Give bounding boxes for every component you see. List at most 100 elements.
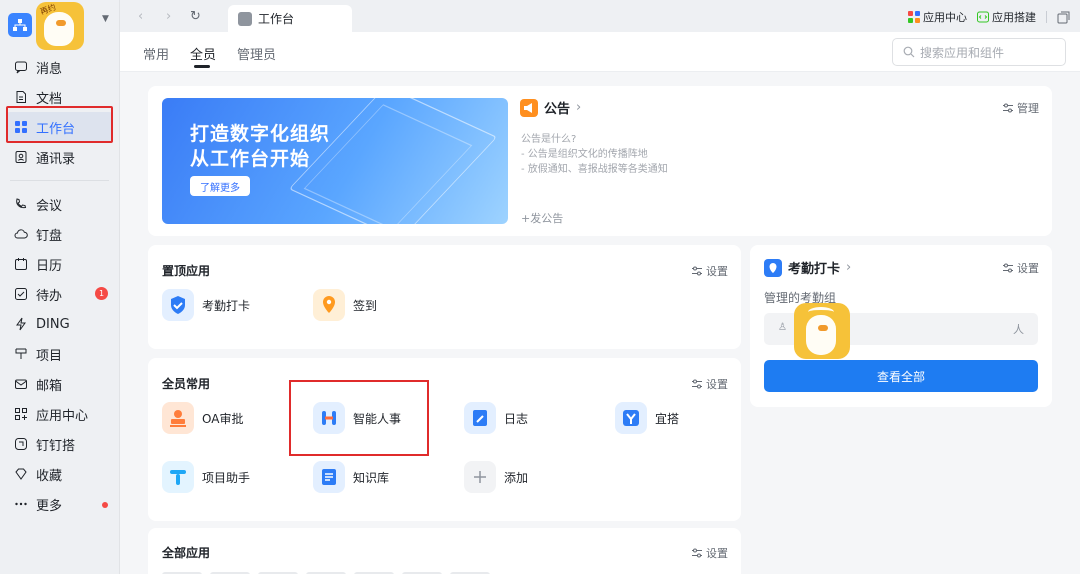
checkin-icon: [313, 289, 345, 321]
sidebar-header: 再约 ▼: [0, 0, 119, 52]
log-icon: [464, 402, 496, 434]
settings-sliders-icon: [692, 379, 702, 389]
announcement-manage-button[interactable]: 管理: [1002, 100, 1039, 116]
sidebar-item-label: 钉盘: [36, 228, 63, 244]
sidebar-item-favorites[interactable]: 收藏: [0, 459, 119, 489]
settings-label: 设置: [1017, 262, 1039, 275]
mail-icon: [14, 377, 28, 391]
project-assistant-icon: [162, 461, 194, 493]
smart-hr-icon: [313, 402, 345, 434]
app-label: 智能人事: [353, 411, 402, 426]
back-icon[interactable]: ‹: [138, 9, 143, 24]
app-attendance[interactable]: 考勤打卡: [162, 289, 250, 321]
sidebar-item-label: 收藏: [36, 468, 63, 484]
duck-sticker: [794, 303, 850, 359]
promo-banner[interactable]: 打造数字化组织 从工作台开始 了解更多: [162, 98, 508, 224]
sidebar-item-app-center[interactable]: 应用中心: [0, 399, 119, 429]
app-center-button[interactable]: 应用中心: [908, 9, 967, 25]
plus-icon: +: [521, 212, 531, 225]
avatar[interactable]: 再约: [36, 2, 84, 50]
app-yida[interactable]: 宜搭: [615, 402, 679, 434]
pinned-settings-button[interactable]: 设置: [691, 263, 728, 279]
sidebar-item-meeting[interactable]: 会议: [0, 189, 119, 219]
app-add[interactable]: 添加: [464, 461, 528, 493]
app-log[interactable]: 日志: [464, 402, 528, 434]
attendance-title: 考勤打卡: [788, 262, 841, 277]
org-switch-icon[interactable]: [8, 13, 32, 37]
app-label: OA审批: [202, 411, 244, 426]
workbench-main: 打造数字化组织 从工作台开始 了解更多 公告 › 管理 公告是什么? - 公告是…: [120, 72, 1080, 574]
post-announcement-button[interactable]: +发公告: [521, 210, 563, 226]
chevron-down-icon[interactable]: ▼: [102, 14, 109, 24]
tab-all-members[interactable]: 全员: [190, 44, 216, 63]
tab-workbench[interactable]: 工作台: [228, 5, 352, 32]
settings-label: 设置: [706, 547, 728, 560]
sidebar-divider: [10, 180, 109, 181]
all-apps-settings-button[interactable]: 设置: [691, 545, 728, 561]
sidebar: 再约 ▼ 消息 文档 工作台 通讯录 会议 钉盘 日历 待办 1 DING 项目…: [0, 0, 120, 574]
divider: [1046, 11, 1047, 23]
contacts-icon: [14, 150, 28, 164]
search-input[interactable]: 搜索应用和组件: [892, 38, 1066, 66]
favorite-icon: [14, 467, 28, 481]
common-settings-button[interactable]: 设置: [691, 376, 728, 392]
app-smart-hr[interactable]: 智能人事: [313, 402, 401, 434]
app-label: 签到: [353, 298, 378, 313]
sidebar-item-contacts[interactable]: 通讯录: [0, 142, 119, 172]
doc-icon: [14, 90, 28, 104]
sidebar-item-dingda[interactable]: 钉钉搭: [0, 429, 119, 459]
search-placeholder: 搜索应用和组件: [920, 45, 1005, 60]
settings-label: 设置: [706, 378, 728, 391]
settings-sliders-icon: [1003, 263, 1013, 273]
app-builder-button[interactable]: 应用搭建: [977, 9, 1036, 25]
attendance-icon: [162, 289, 194, 321]
more-icon: [14, 497, 28, 511]
app-knowledge-base[interactable]: 知识库: [313, 461, 389, 493]
tab-admin[interactable]: 管理员: [237, 44, 276, 63]
view-all-button[interactable]: 查看全部: [764, 360, 1038, 392]
settings-label: 设置: [706, 265, 728, 278]
attendance-header[interactable]: 考勤打卡 ›: [764, 258, 851, 277]
sidebar-item-docs[interactable]: 文档: [0, 82, 119, 112]
sidebar-item-messages[interactable]: 消息: [0, 52, 119, 82]
user-icon: ♙: [778, 322, 787, 333]
sidebar-item-label: 钉钉搭: [36, 438, 76, 454]
refresh-icon[interactable]: ↻: [190, 9, 201, 24]
sidebar-item-workbench[interactable]: 工作台: [6, 112, 113, 142]
sidebar-item-label: 项目: [36, 348, 63, 364]
sidebar-item-label: 会议: [36, 198, 63, 214]
sidebar-item-disk[interactable]: 钉盘: [0, 219, 119, 249]
active-tab-indicator: [194, 65, 210, 68]
code-icon: [977, 11, 989, 23]
learn-more-button[interactable]: 了解更多: [190, 176, 250, 196]
app-label: 宜搭: [655, 411, 680, 426]
dingda-icon: [14, 437, 28, 451]
sidebar-item-mail[interactable]: 邮箱: [0, 369, 119, 399]
sidebar-item-todo[interactable]: 待办 1: [0, 279, 119, 309]
sidebar-item-label: 更多: [36, 498, 63, 514]
common-apps-card: 全员常用 设置 OA审批 智能人事 日志 宜搭 项目助手 知识库 添加: [148, 358, 741, 521]
announcement-header[interactable]: 公告 ›: [520, 98, 581, 117]
chevron-right-icon: ›: [846, 260, 852, 275]
sidebar-item-ding[interactable]: DING: [0, 309, 119, 339]
sidebar-item-project[interactable]: 项目: [0, 339, 119, 369]
app-label: 添加: [504, 470, 529, 485]
forward-icon[interactable]: ›: [166, 9, 171, 24]
attendance-widget: 考勤打卡 › 设置 管理的考勤组 ♙ 人 查看全部: [750, 245, 1052, 407]
app-project-assistant[interactable]: 项目助手: [162, 461, 250, 493]
new-window-icon[interactable]: [1057, 11, 1070, 24]
tab-common[interactable]: 常用: [143, 44, 169, 63]
sidebar-item-calendar[interactable]: 日历: [0, 249, 119, 279]
app-oa-approval[interactable]: OA审批: [162, 402, 243, 434]
title-bar: ‹ › ↻ 工作台 应用中心 应用搭建: [120, 0, 1080, 32]
sidebar-item-label: 邮箱: [36, 378, 63, 394]
yida-icon: [615, 402, 647, 434]
all-apps-card: 全部应用 设置: [148, 528, 741, 574]
app-checkin[interactable]: 签到: [313, 289, 377, 321]
banner-line-1: 打造数字化组织: [190, 123, 331, 145]
sidebar-item-more[interactable]: 更多: [0, 489, 119, 519]
title-bar-actions: 应用中心 应用搭建: [908, 9, 1070, 25]
attendance-settings-button[interactable]: 设置: [1002, 260, 1039, 276]
app-label: 考勤打卡: [202, 298, 251, 313]
app-builder-label: 应用搭建: [992, 11, 1036, 24]
